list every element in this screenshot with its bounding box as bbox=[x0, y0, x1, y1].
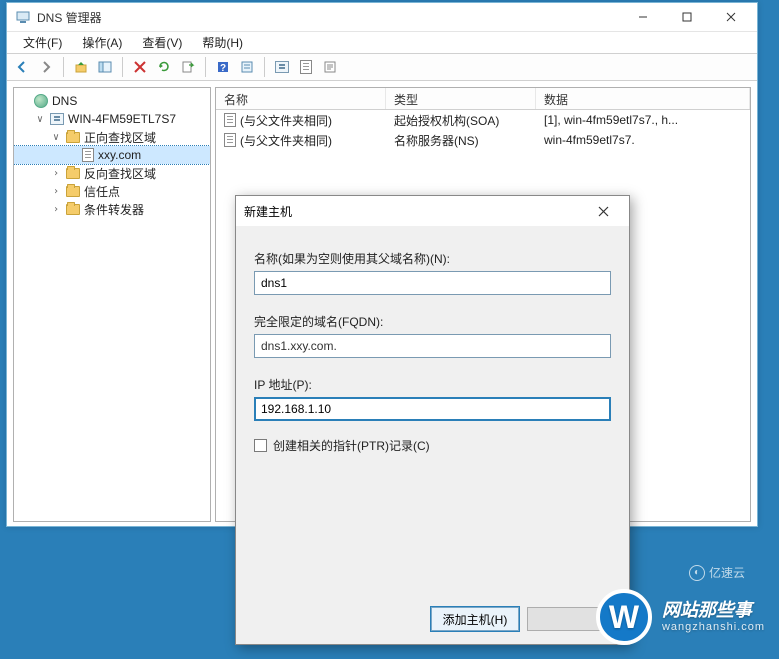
watermark-brand: 网站那些事 bbox=[662, 601, 765, 621]
watermark: W 网站那些事 wangzhanshi.com bbox=[596, 589, 765, 645]
page-icon bbox=[300, 60, 312, 74]
dialog-close-button[interactable] bbox=[585, 198, 621, 224]
host-name-input[interactable] bbox=[254, 271, 611, 295]
toolbar-separator bbox=[122, 57, 123, 77]
fqdn-label: 完全限定的域名(FQDN): bbox=[254, 313, 611, 330]
tree-forward-zone[interactable]: ∨ 正向查找区域 bbox=[14, 128, 210, 146]
cell-data: [1], win-4fm59etl7s7., h... bbox=[536, 111, 750, 129]
ip-label: IP 地址(P): bbox=[254, 376, 611, 393]
menu-view[interactable]: 查看(V) bbox=[132, 32, 192, 53]
ptr-checkbox[interactable] bbox=[254, 439, 267, 452]
chevron-right-icon[interactable]: › bbox=[50, 186, 62, 197]
toolbar: ? bbox=[7, 53, 757, 81]
small-watermark-text: 亿速云 bbox=[709, 564, 745, 581]
new-server-button[interactable] bbox=[271, 56, 293, 78]
tree-conditional-forwarders[interactable]: › 条件转发器 bbox=[14, 200, 210, 218]
server-icon bbox=[275, 61, 289, 73]
list-header: 名称 类型 数据 bbox=[216, 88, 750, 110]
titlebar: DNS 管理器 bbox=[7, 3, 757, 31]
show-hide-tree-button[interactable] bbox=[94, 56, 116, 78]
dialog-body: 名称(如果为空则使用其父域名称)(N): 完全限定的域名(FQDN): IP 地… bbox=[236, 226, 629, 602]
close-button[interactable] bbox=[709, 4, 753, 30]
svg-text:?: ? bbox=[220, 63, 226, 74]
dns-root-icon bbox=[34, 94, 48, 108]
tree-label: 条件转发器 bbox=[84, 201, 144, 218]
menu-help[interactable]: 帮助(H) bbox=[192, 32, 253, 53]
filter-button[interactable] bbox=[319, 56, 341, 78]
nav-forward-button[interactable] bbox=[35, 56, 57, 78]
watermark-logo: W bbox=[596, 589, 652, 645]
tree-pane[interactable]: DNS ∨ WIN-4FM59ETL7S7 ∨ 正向查找区域 xxy.com ›… bbox=[13, 87, 211, 522]
cell-type: 名称服务器(NS) bbox=[386, 130, 536, 151]
new-record-button[interactable] bbox=[295, 56, 317, 78]
chevron-down-icon[interactable]: ∨ bbox=[34, 114, 46, 125]
tree-label: xxy.com bbox=[98, 148, 141, 162]
tree-label: 信任点 bbox=[84, 183, 120, 200]
folder-icon bbox=[66, 168, 80, 179]
small-watermark: ◐ 亿速云 bbox=[689, 564, 745, 581]
col-data[interactable]: 数据 bbox=[536, 88, 750, 109]
new-host-dialog: 新建主机 名称(如果为空则使用其父域名称)(N): 完全限定的域名(FQDN):… bbox=[235, 195, 630, 645]
list-row[interactable]: (与父文件夹相同) 起始授权机构(SOA) [1], win-4fm59etl7… bbox=[216, 110, 750, 130]
folder-icon bbox=[66, 186, 80, 197]
dialog-buttons: 添加主机(H) bbox=[236, 602, 629, 644]
menu-bar: 文件(F) 操作(A) 查看(V) 帮助(H) bbox=[7, 31, 757, 53]
cell-name: (与父文件夹相同) bbox=[240, 132, 332, 149]
export-button[interactable] bbox=[177, 56, 199, 78]
name-label: 名称(如果为空则使用其父域名称)(N): bbox=[254, 250, 611, 267]
nav-back-button[interactable] bbox=[11, 56, 33, 78]
menu-file[interactable]: 文件(F) bbox=[13, 32, 72, 53]
toolbar-separator bbox=[63, 57, 64, 77]
zone-icon bbox=[82, 148, 94, 162]
fqdn-input bbox=[254, 334, 611, 358]
tree-trust-points[interactable]: › 信任点 bbox=[14, 182, 210, 200]
server-icon bbox=[50, 113, 64, 125]
dialog-titlebar: 新建主机 bbox=[236, 196, 629, 226]
menu-action[interactable]: 操作(A) bbox=[72, 32, 132, 53]
watermark-icon: ◐ bbox=[689, 565, 705, 581]
record-icon bbox=[224, 113, 236, 127]
cell-type: 起始授权机构(SOA) bbox=[386, 110, 536, 131]
window-title: DNS 管理器 bbox=[37, 9, 621, 26]
toolbar-separator bbox=[205, 57, 206, 77]
tree-label: 正向查找区域 bbox=[84, 129, 156, 146]
delete-button[interactable] bbox=[129, 56, 151, 78]
ip-address-input[interactable] bbox=[254, 397, 611, 421]
col-type[interactable]: 类型 bbox=[386, 88, 536, 109]
tree-label: DNS bbox=[52, 94, 77, 108]
minimize-button[interactable] bbox=[621, 4, 665, 30]
app-icon bbox=[15, 9, 31, 25]
help-button[interactable]: ? bbox=[212, 56, 234, 78]
cell-name: (与父文件夹相同) bbox=[240, 112, 332, 129]
up-level-button[interactable] bbox=[70, 56, 92, 78]
col-name[interactable]: 名称 bbox=[216, 88, 386, 109]
add-host-button[interactable]: 添加主机(H) bbox=[431, 607, 519, 631]
refresh-button[interactable] bbox=[153, 56, 175, 78]
tree-zone-xxy[interactable]: xxy.com bbox=[14, 146, 210, 164]
ptr-label: 创建相关的指针(PTR)记录(C) bbox=[273, 437, 430, 454]
watermark-url: wangzhanshi.com bbox=[662, 621, 765, 633]
cell-data: win-4fm59etl7s7. bbox=[536, 131, 750, 149]
properties-button[interactable] bbox=[236, 56, 258, 78]
tree-label: 反向查找区域 bbox=[84, 165, 156, 182]
chevron-down-icon[interactable]: ∨ bbox=[50, 132, 62, 143]
dialog-title: 新建主机 bbox=[244, 203, 585, 220]
folder-icon bbox=[66, 132, 80, 143]
record-icon bbox=[224, 133, 236, 147]
ptr-checkbox-row[interactable]: 创建相关的指针(PTR)记录(C) bbox=[254, 437, 611, 454]
folder-icon bbox=[66, 204, 80, 215]
tree-label: WIN-4FM59ETL7S7 bbox=[68, 112, 176, 126]
maximize-button[interactable] bbox=[665, 4, 709, 30]
list-row[interactable]: (与父文件夹相同) 名称服务器(NS) win-4fm59etl7s7. bbox=[216, 130, 750, 150]
chevron-right-icon[interactable]: › bbox=[50, 168, 62, 179]
tree-reverse-zone[interactable]: › 反向查找区域 bbox=[14, 164, 210, 182]
tree-server[interactable]: ∨ WIN-4FM59ETL7S7 bbox=[14, 110, 210, 128]
toolbar-separator bbox=[264, 57, 265, 77]
window-controls bbox=[621, 4, 753, 30]
chevron-right-icon[interactable]: › bbox=[50, 204, 62, 215]
tree-root-dns[interactable]: DNS bbox=[14, 92, 210, 110]
